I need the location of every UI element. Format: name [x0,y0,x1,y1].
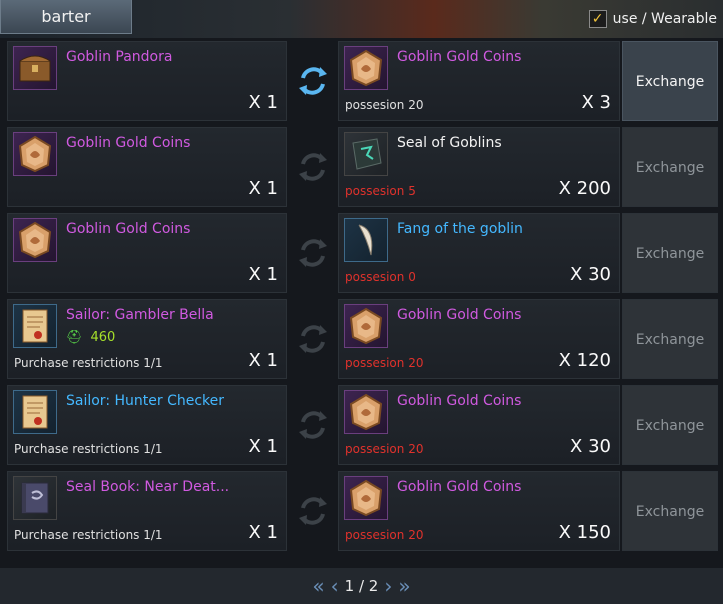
item-name: Goblin Gold Coins [66,221,191,237]
right-item-cell[interactable]: Goblin Gold Coins possesion 20 X 150 [338,471,620,551]
wearable-label: use / Wearable [612,11,717,27]
exchange-button[interactable]: Exchange [622,471,718,551]
barter-row: Goblin Gold Coins X 1 Fang of the goblin p… [5,213,718,293]
item-subtext: possesion 20 [345,442,424,456]
item-name: Sailor: Hunter Checker [66,393,225,409]
exchange-arrows-icon [295,321,331,357]
item-quantity: X 120 [558,350,611,371]
gold-coin-icon[interactable] [13,132,57,176]
left-item-cell[interactable]: Goblin Gold Coins X 1 [7,127,287,207]
exchange-button[interactable]: Exchange [622,213,718,293]
item-quantity: X 1 [248,436,278,457]
scroll-icon[interactable] [13,390,57,434]
item-name: Goblin Gold Coins [397,393,522,409]
barter-row: Seal Book: Near Deat... Purchase restrict… [5,471,718,551]
top-bar: barter ✓ use / Wearable [0,0,723,38]
item-quantity: X 30 [570,264,611,285]
barter-row: Sailor: Hunter Checker Purchase restricti… [5,385,718,465]
item-subtext: possesion 20 [345,528,424,542]
right-item-cell[interactable]: Fang of the goblin possesion 0 X 30 [338,213,620,293]
item-name: Seal of Goblins [397,135,502,151]
exchange-button[interactable]: Exchange [622,41,718,121]
right-item-cell[interactable]: Goblin Gold Coins possesion 20 X 3 [338,41,620,121]
left-item-cell[interactable]: Sailor: Gambler Bella ⛑ 460 Purchase restri… [7,299,287,379]
gold-coin-icon[interactable] [344,304,388,348]
next-page-button[interactable]: › [384,574,392,598]
item-name: Goblin Gold Coins [397,49,522,65]
item-quantity: X 1 [248,92,278,113]
wearable-filter[interactable]: ✓ use / Wearable [588,8,717,30]
exchange-arrows-icon [295,149,331,185]
item-subtext: possesion 20 [345,98,424,112]
right-item-cell[interactable]: Seal of Goblins possesion 5 X 200 [338,127,620,207]
right-item-cell[interactable]: Goblin Gold Coins possesion 20 X 30 [338,385,620,465]
seal-icon[interactable] [344,132,388,176]
gold-coin-icon[interactable] [344,46,388,90]
item-subtext: possesion 5 [345,184,416,198]
wearable-checkbox[interactable]: ✓ [588,10,607,28]
book-icon[interactable] [13,476,57,520]
gold-coin-icon[interactable] [344,390,388,434]
left-item-cell[interactable]: Sailor: Hunter Checker Purchase restricti… [7,385,287,465]
helmet-icon: ⛑ [66,330,83,345]
gold-coin-icon[interactable] [344,476,388,520]
prev-page-button[interactable]: ‹ [331,574,339,598]
exchange-button[interactable]: Exchange [622,127,718,207]
first-page-button[interactable]: « [312,574,324,598]
barter-row: Goblin Gold Coins X 1 Seal of Goblins poss… [5,127,718,207]
left-item-cell[interactable]: Goblin Gold Coins X 1 [7,213,287,293]
item-name: Fang of the goblin [397,221,523,237]
scroll-icon[interactable] [13,304,57,348]
left-item-cell[interactable]: Goblin Pandora X 1 [7,41,287,121]
barter-row: Goblin Pandora X 1 Goblin Gold Coins posse… [5,41,718,121]
item-subtext: Purchase restrictions 1/1 [14,356,163,370]
item-subtext: Purchase restrictions 1/1 [14,442,163,456]
item-quantity: X 1 [248,264,278,285]
item-quantity: X 1 [248,350,278,371]
fang-icon[interactable] [344,218,388,262]
page-indicator: 1 / 2 [344,577,379,595]
barter-row: Sailor: Gambler Bella ⛑ 460 Purchase restri… [5,299,718,379]
item-name: Goblin Gold Coins [397,479,522,495]
item-quantity: X 1 [248,522,278,543]
item-subtext: possesion 0 [345,270,416,284]
chest-icon[interactable] [13,46,57,90]
level-badge: ⛑ 460 [66,330,116,345]
exchange-arrows-icon [295,493,331,529]
gold-coin-icon[interactable] [13,218,57,262]
item-subtext: Purchase restrictions 1/1 [14,528,163,542]
item-quantity: X 3 [581,92,611,113]
item-name: Sailor: Gambler Bella [66,307,214,323]
pagination: « ‹ 1 / 2 › » [0,568,723,604]
item-name: Seal Book: Near Deat... [66,479,230,495]
item-name: Goblin Gold Coins [397,307,522,323]
item-name: Goblin Gold Coins [66,135,191,151]
exchange-arrows-icon [295,235,331,271]
item-quantity: X 150 [558,522,611,543]
item-quantity: X 200 [558,178,611,199]
last-page-button[interactable]: » [398,574,410,598]
item-subtext: possesion 20 [345,356,424,370]
item-quantity: X 1 [248,178,278,199]
left-item-cell[interactable]: Seal Book: Near Deat... Purchase restrict… [7,471,287,551]
tab-barter[interactable]: barter [0,0,132,34]
exchange-button[interactable]: Exchange [622,385,718,465]
right-item-cell[interactable]: Goblin Gold Coins possesion 20 X 120 [338,299,620,379]
item-quantity: X 30 [570,436,611,457]
exchange-arrows-icon [295,407,331,443]
item-name: Goblin Pandora [66,49,173,65]
exchange-button[interactable]: Exchange [622,299,718,379]
exchange-arrows-icon [295,63,331,99]
